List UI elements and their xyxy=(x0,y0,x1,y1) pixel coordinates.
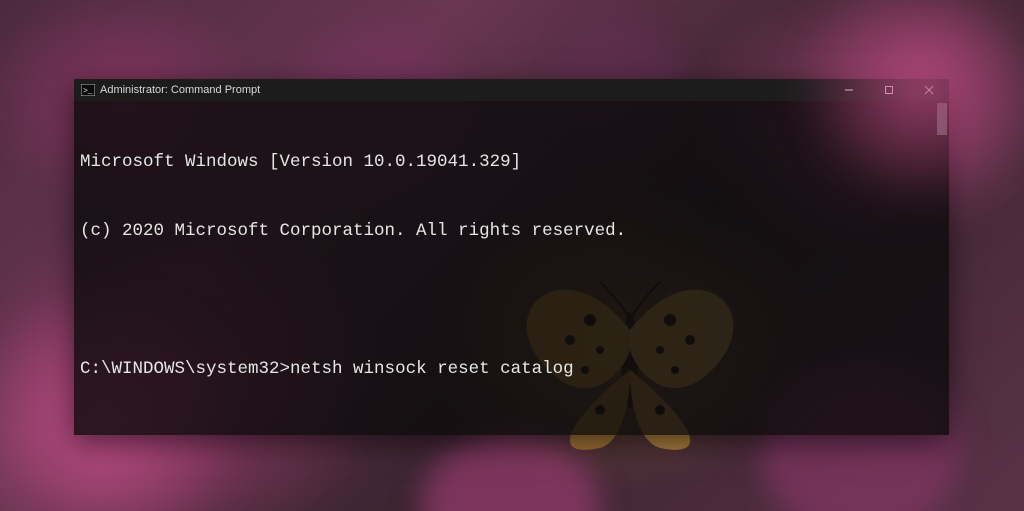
terminal-line: Microsoft Windows [Version 10.0.19041.32… xyxy=(80,151,941,174)
terminal-blank-line xyxy=(80,427,941,435)
maximize-icon xyxy=(884,85,894,95)
desktop-wallpaper: >_ Administrator: Command Prompt xyxy=(0,0,1024,511)
titlebar[interactable]: >_ Administrator: Command Prompt xyxy=(74,79,949,101)
wallpaper-blur xyxy=(420,430,600,511)
terminal-blank-line xyxy=(80,289,941,312)
maximize-button[interactable] xyxy=(869,79,909,101)
close-icon xyxy=(924,85,934,95)
prompt-path: C:\WINDOWS\system32> xyxy=(80,359,290,379)
terminal-prompt-line: C:\WINDOWS\system32>netsh winsock reset … xyxy=(80,358,941,381)
minimize-button[interactable] xyxy=(829,79,869,101)
window-title: Administrator: Command Prompt xyxy=(100,84,260,96)
minimize-icon xyxy=(844,85,854,95)
command-prompt-window: >_ Administrator: Command Prompt xyxy=(74,79,949,435)
close-button[interactable] xyxy=(909,79,949,101)
scroll-thumb[interactable] xyxy=(937,103,947,135)
terminal-line: (c) 2020 Microsoft Corporation. All righ… xyxy=(80,220,941,243)
cmd-icon: >_ xyxy=(80,82,96,98)
prompt-command: netsh winsock reset catalog xyxy=(290,359,574,379)
terminal-output[interactable]: Microsoft Windows [Version 10.0.19041.32… xyxy=(74,101,949,435)
scrollbar[interactable] xyxy=(935,101,949,435)
svg-text:>_: >_ xyxy=(83,87,93,96)
